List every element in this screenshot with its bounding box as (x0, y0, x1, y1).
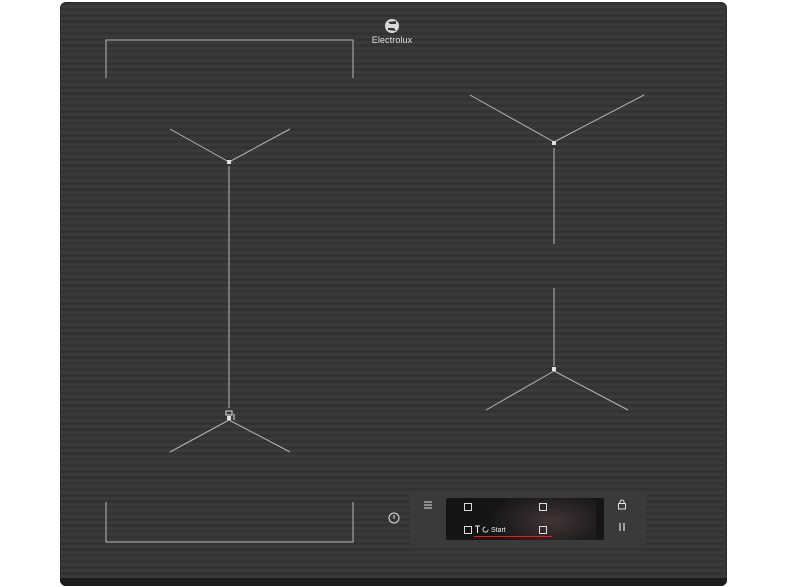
right-top-zone-dot (552, 141, 556, 145)
pause-icon (619, 523, 625, 531)
zone-select-bottom-right-button[interactable] (539, 526, 547, 534)
brand-name: Electrolux (371, 35, 413, 45)
lock-icon (618, 499, 626, 510)
display-accent-line (474, 536, 552, 537)
bottom-left-bridge-zone-marker (105, 502, 354, 543)
lock-button[interactable] (615, 499, 629, 513)
left-zone-top-right-arm (228, 128, 291, 163)
power-button[interactable] (387, 512, 401, 526)
left-zone-bottom-dot (227, 416, 231, 420)
start-button[interactable]: Start (482, 526, 506, 534)
restart-icon (482, 526, 489, 533)
power-icon (388, 512, 400, 524)
left-zone-bottom-left-arm (169, 419, 230, 453)
zone-select-bottom-left-button[interactable] (464, 526, 472, 534)
left-zone-top-left-arm (169, 128, 230, 163)
left-zone-top-dot (227, 160, 231, 164)
menu-button[interactable] (421, 500, 435, 512)
electrolux-logo: Electrolux (368, 18, 416, 45)
top-left-bridge-zone-marker (105, 39, 354, 78)
right-bottom-zone-right-arm (553, 370, 629, 411)
electrolux-logo-icon (385, 19, 399, 33)
left-zone-bottom-right-arm (228, 419, 291, 453)
right-top-zone-right-arm (553, 94, 645, 143)
zone-select-top-right-button[interactable] (539, 503, 547, 511)
right-bottom-zone-left-arm (485, 370, 555, 411)
right-top-zone-left-arm (469, 94, 555, 143)
zone-select-top-left-button[interactable] (464, 503, 472, 511)
right-bottom-zone-dot (552, 367, 556, 371)
start-label: Start (490, 527, 506, 534)
timer-icon[interactable] (474, 525, 481, 536)
pause-button[interactable] (616, 522, 628, 536)
cooking-zone-markings (105, 39, 645, 543)
menu-icon (424, 501, 432, 509)
